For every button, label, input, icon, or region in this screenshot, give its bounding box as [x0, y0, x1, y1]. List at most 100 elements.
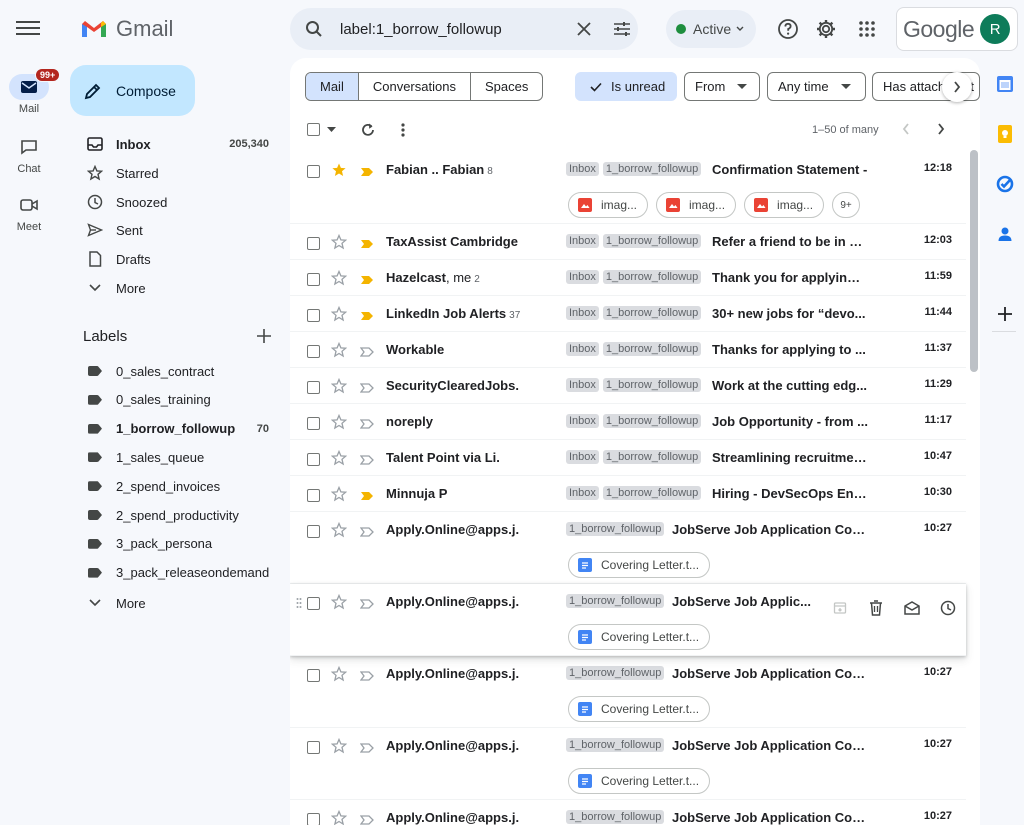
labels-more-button[interactable]: More [58, 589, 278, 617]
row-label-tag[interactable]: 1_borrow_followup [602, 486, 702, 500]
row-checkbox[interactable] [307, 273, 320, 286]
importance-marker-icon[interactable] [359, 380, 374, 398]
row-label-tag[interactable]: Inbox [566, 414, 599, 428]
email-row[interactable]: SecurityClearedJobs. Inbox 1_borrow_follo… [290, 368, 966, 404]
more-attachments-chip[interactable]: 9+ [832, 192, 861, 218]
search-bar[interactable] [290, 8, 638, 50]
row-checkbox[interactable] [307, 597, 320, 610]
row-checkbox[interactable] [307, 489, 320, 502]
row-label-tag[interactable]: Inbox [566, 270, 599, 284]
nav-item-more[interactable]: More [58, 274, 278, 302]
row-checkbox[interactable] [307, 381, 320, 394]
star-icon[interactable] [330, 665, 348, 687]
status-selector[interactable]: Active [666, 10, 756, 48]
calendar-icon[interactable] [995, 74, 1015, 94]
nav-item-inbox[interactable]: Inbox 205,340 [58, 130, 278, 158]
next-page-icon[interactable] [937, 123, 945, 135]
row-label-tag[interactable]: Inbox [566, 450, 599, 464]
importance-marker-icon[interactable] [359, 740, 374, 758]
row-checkbox[interactable] [307, 309, 320, 322]
add-addon-icon[interactable] [995, 304, 1015, 324]
importance-marker-icon[interactable] [360, 488, 374, 506]
star-icon[interactable] [330, 521, 348, 543]
importance-marker-icon[interactable] [359, 344, 374, 362]
label-item[interactable]: 2_spend_productivity [58, 501, 278, 529]
email-row[interactable]: Apply.Online@apps.j. 1_borrow_followup J… [290, 512, 966, 584]
star-icon[interactable] [330, 377, 348, 399]
row-label-tag[interactable]: 1_borrow_followup [602, 414, 702, 428]
star-icon[interactable] [330, 485, 348, 507]
row-label-tag[interactable]: Inbox [566, 378, 599, 392]
row-checkbox[interactable] [307, 453, 320, 466]
label-item[interactable]: 1_borrow_followup 70 [58, 415, 278, 443]
snooze-icon[interactable] [932, 592, 964, 624]
from-filter[interactable]: From [684, 72, 760, 101]
gmail-logo[interactable]: Gmail [80, 16, 173, 42]
settings-gear-icon[interactable] [813, 16, 839, 42]
row-label-tag[interactable]: 1_borrow_followup [566, 522, 665, 536]
label-item[interactable]: 2_spend_invoices [58, 472, 278, 500]
star-icon[interactable] [330, 737, 348, 759]
row-label-tag[interactable]: 1_borrow_followup [602, 234, 702, 248]
row-label-tag[interactable]: Inbox [566, 306, 599, 320]
row-label-tag[interactable]: 1_borrow_followup [602, 378, 702, 392]
star-filled-icon[interactable] [331, 162, 347, 183]
apps-grid-icon[interactable] [854, 16, 880, 42]
search-options-icon[interactable] [606, 13, 638, 45]
select-menu-caret-icon[interactable] [327, 127, 336, 133]
star-icon[interactable] [330, 413, 348, 435]
email-row[interactable]: Hazelcast, me 2 Inbox 1_borrow_followup Th… [290, 260, 966, 296]
tab-spaces[interactable]: Spaces [471, 73, 542, 100]
importance-marker-icon[interactable] [359, 524, 374, 542]
mark-unread-icon[interactable] [896, 592, 928, 624]
attachment-chip[interactable]: imag... [568, 192, 649, 218]
archive-icon[interactable] [824, 592, 856, 624]
row-checkbox[interactable] [307, 417, 320, 430]
email-row[interactable]: LinkedIn Job Alerts 37 Inbox 1_borrow_foll… [290, 296, 966, 332]
row-label-tag[interactable]: 1_borrow_followup [602, 162, 702, 176]
email-row[interactable]: Apply.Online@apps.j. 1_borrow_followup J… [290, 656, 966, 728]
row-label-tag[interactable]: 1_borrow_followup [566, 810, 665, 824]
attachment-chip[interactable]: Covering Letter.t... [568, 624, 711, 650]
main-menu-icon[interactable] [16, 18, 40, 38]
row-label-tag[interactable]: Inbox [566, 162, 599, 176]
tab-mail[interactable]: Mail [306, 73, 359, 100]
tasks-icon[interactable] [995, 174, 1015, 194]
refresh-icon[interactable] [360, 122, 376, 138]
attachment-chip[interactable]: imag... [744, 192, 825, 218]
add-label-icon[interactable] [254, 326, 274, 346]
attachment-chip[interactable]: imag... [656, 192, 737, 218]
select-all-checkbox[interactable] [307, 123, 320, 136]
scrollbar[interactable] [970, 150, 978, 372]
tab-conversations[interactable]: Conversations [359, 73, 471, 100]
nav-item-snoozed[interactable]: Snoozed [58, 188, 278, 216]
row-label-tag[interactable]: Inbox [566, 234, 599, 248]
star-icon[interactable] [330, 593, 348, 615]
label-item[interactable]: 3_pack_releaseondemand [58, 559, 278, 587]
row-label-tag[interactable]: 1_borrow_followup [566, 666, 665, 680]
label-item[interactable]: 1_sales_queue [58, 443, 278, 471]
delete-icon[interactable] [860, 592, 892, 624]
star-icon[interactable] [330, 449, 348, 471]
is-unread-filter[interactable]: Is unread [575, 72, 677, 101]
help-icon[interactable] [775, 16, 801, 42]
search-input[interactable] [340, 20, 560, 38]
importance-marker-icon[interactable] [360, 236, 374, 254]
more-vert-icon[interactable] [400, 122, 406, 138]
importance-marker-icon[interactable] [360, 164, 374, 182]
email-row[interactable]: Minnuja P Inbox 1_borrow_followup Hiring … [290, 476, 966, 512]
row-label-tag[interactable]: 1_borrow_followup [566, 594, 665, 608]
clear-search-icon[interactable] [568, 13, 600, 45]
star-icon[interactable] [330, 809, 348, 825]
importance-marker-icon[interactable] [359, 416, 374, 434]
row-checkbox[interactable] [307, 525, 320, 538]
compose-button[interactable]: Compose [70, 65, 195, 116]
keep-icon[interactable] [995, 124, 1015, 144]
attachment-chip[interactable]: Covering Letter.t... [568, 768, 711, 794]
row-checkbox[interactable] [307, 237, 320, 250]
rail-meet[interactable]: Meet [0, 192, 58, 233]
row-label-tag[interactable]: 1_borrow_followup [602, 450, 702, 464]
importance-marker-icon[interactable] [359, 452, 374, 470]
row-label-tag[interactable]: 1_borrow_followup [566, 738, 665, 752]
email-row[interactable]: Apply.Online@apps.j. 1_borrow_followup J… [290, 728, 966, 800]
